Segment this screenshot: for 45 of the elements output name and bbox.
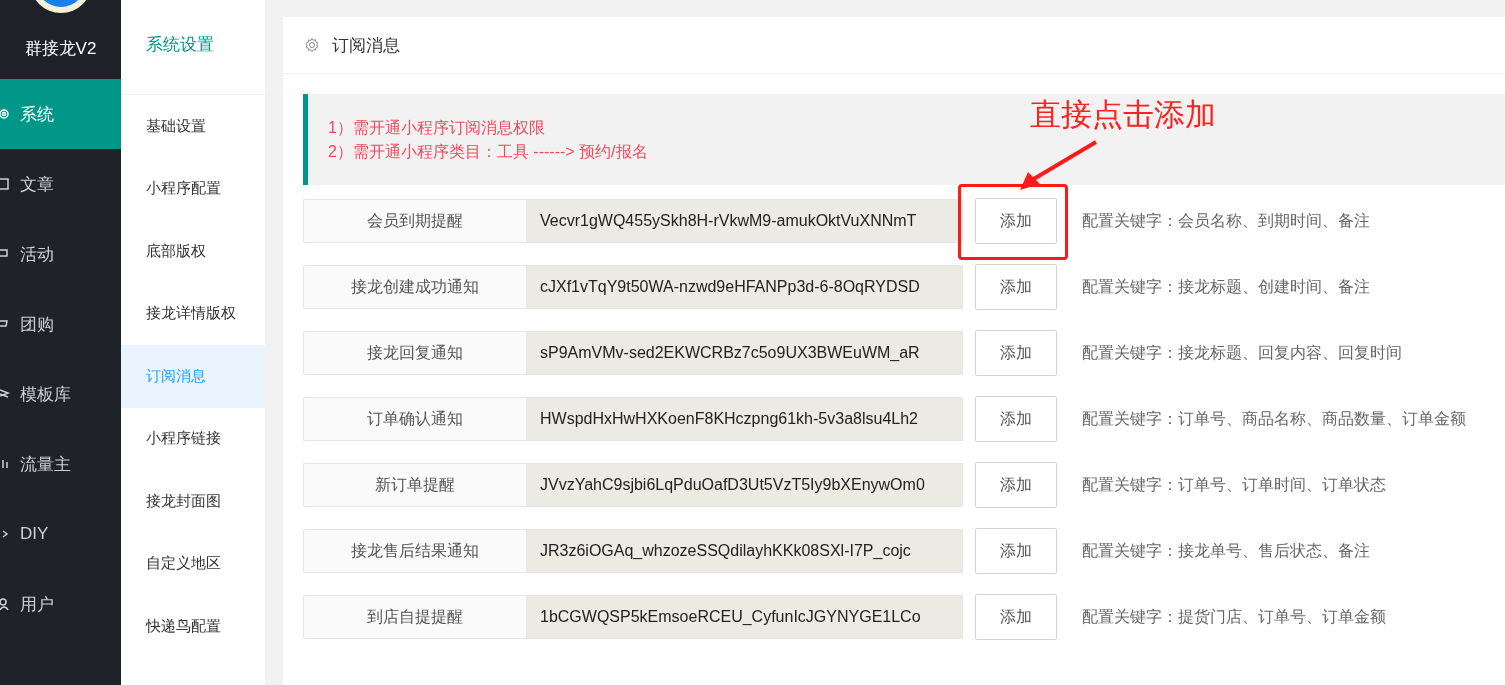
nav-item[interactable]: 模板库: [0, 359, 121, 429]
add-button[interactable]: 添加: [975, 330, 1057, 376]
nav-item[interactable]: DIY: [0, 499, 121, 569]
gear-icon: [0, 106, 12, 122]
add-button[interactable]: 添加: [975, 528, 1057, 574]
add-button[interactable]: 添加: [975, 594, 1057, 640]
keywords-text: 配置关键字：会员名称、到期时间、备注: [1082, 210, 1370, 231]
nav-item[interactable]: 团购: [0, 289, 121, 359]
notice-text: 1）需开通小程序订阅消息权限: [328, 117, 546, 138]
notice-text: 2）需开通小程序类目：工具 ------> 预约/报名: [328, 141, 649, 162]
nav-item[interactable]: 系统: [0, 79, 121, 149]
template-name-label: 接龙回复通知: [303, 331, 526, 375]
template-name-label: 订单确认通知: [303, 397, 526, 441]
template-id-field[interactable]: cJXf1vTqY9t50WA-nzwd9eHFANPp3d-6-8OqRYDSD: [526, 265, 963, 309]
add-button[interactable]: 添加: [975, 396, 1057, 442]
page-title: 订阅消息: [332, 34, 400, 57]
template-id-field[interactable]: Vecvr1gWQ455ySkh8H-rVkwM9-amukOktVuXNNmT: [526, 199, 963, 243]
app-name: 群接龙V2: [24, 38, 97, 60]
template-id-field[interactable]: JR3z6iOGAq_whzozeSSQdilayhKKk08SXl-I7P_cojc: [526, 529, 963, 573]
keywords-text: 配置关键字：提货门店、订单号、订单金额: [1082, 606, 1386, 627]
template-name-label: 到店自提提醒: [303, 595, 526, 639]
nav-item[interactable]: 流量主: [0, 429, 121, 499]
nav-item[interactable]: 文章: [0, 149, 121, 219]
add-button[interactable]: 添加: [975, 462, 1057, 508]
template-id-field[interactable]: HWspdHxHwHXKoenF8KHczpng61kh-5v3a8lsu4Lh2: [526, 397, 963, 441]
keywords-text: 配置关键字：订单号、商品名称、商品数量、订单金额: [1082, 408, 1466, 429]
keywords-text: 配置关键字：订单号、订单时间、订单状态: [1082, 474, 1386, 495]
keywords-text: 配置关键字：接龙单号、售后状态、备注: [1082, 540, 1370, 561]
add-button[interactable]: 添加: [975, 198, 1057, 244]
template-id-field[interactable]: JVvzYahC9sjbi6LqPduOafD3Ut5VzT5Iy9bXEnywOm0: [526, 463, 963, 507]
keywords-text: 配置关键字：接龙标题、创建时间、备注: [1082, 276, 1370, 297]
template-id-field[interactable]: 1bCGWQSP5kEmsoeRCEU_CyfunIcJGYNYGE1LCo: [526, 595, 963, 639]
add-button[interactable]: 添加: [975, 264, 1057, 310]
template-name-label: 接龙售后结果通知: [303, 529, 526, 573]
user-icon: [0, 596, 12, 612]
template-name-label: 会员到期提醒: [303, 199, 526, 243]
template-name-label: 接龙创建成功通知: [303, 265, 526, 309]
annotation-text: 直接点击添加: [1030, 96, 1216, 134]
nav-item[interactable]: 活动: [0, 219, 121, 289]
section-title: 系统设置: [146, 33, 214, 56]
settings-icon: [304, 37, 320, 53]
keywords-text: 配置关键字：接龙标题、回复内容、回复时间: [1082, 342, 1402, 363]
nav-item[interactable]: 用户: [0, 569, 121, 639]
template-id-field[interactable]: sP9AmVMv-sed2EKWCRBz7c5o9UX3BWEuWM_aR: [526, 331, 963, 375]
template-name-label: 新订单提醒: [303, 463, 526, 507]
